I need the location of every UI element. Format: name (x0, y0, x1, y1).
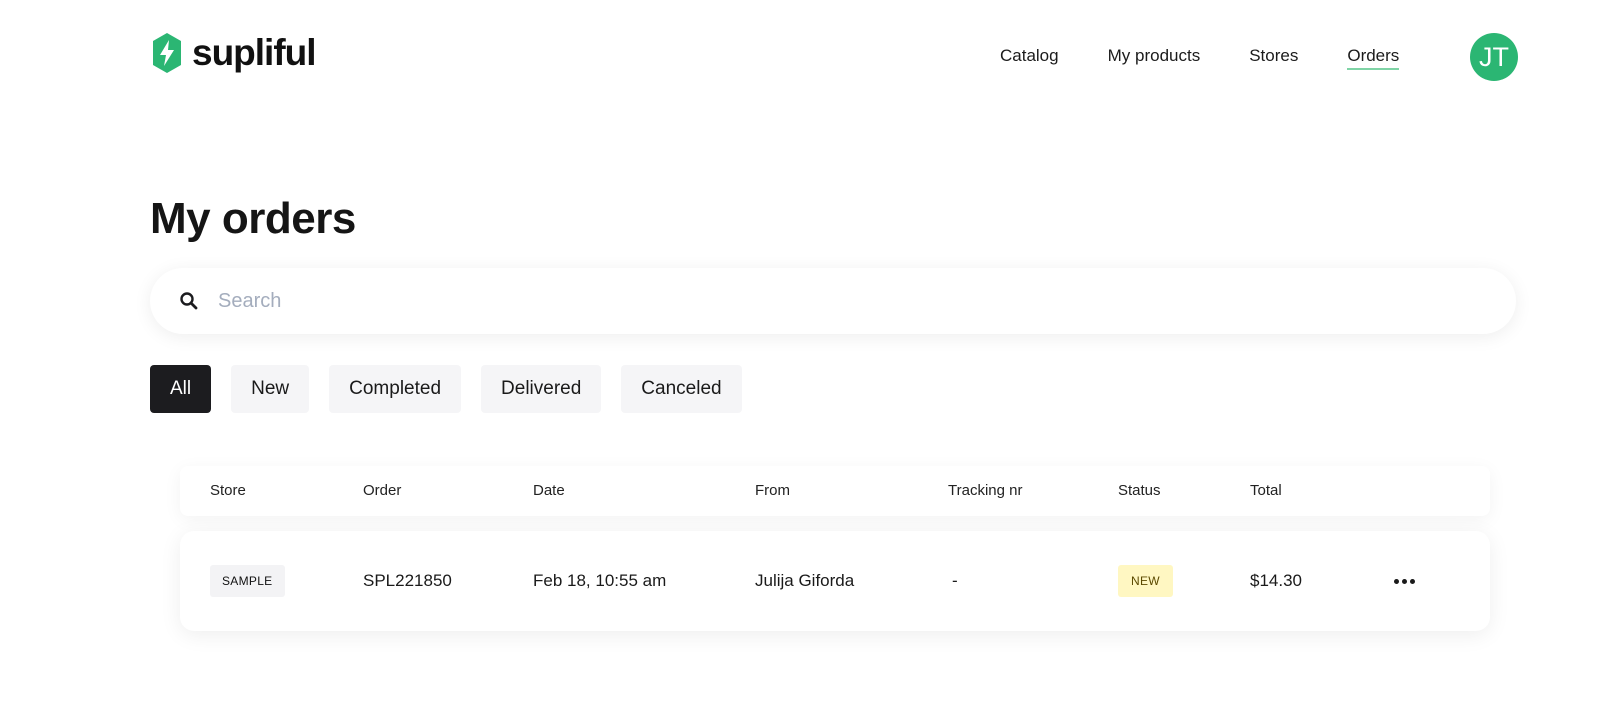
order-number[interactable]: SPL221850 (363, 531, 452, 631)
column-header-from[interactable]: From (755, 466, 790, 516)
column-header-status[interactable]: Status (1118, 466, 1161, 516)
search-icon (180, 292, 198, 310)
search-input[interactable] (218, 284, 1478, 318)
user-avatar[interactable]: JT (1470, 33, 1518, 81)
column-header-order[interactable]: Order (363, 466, 401, 516)
main-nav: Catalog My products Stores Orders (1000, 44, 1448, 70)
filter-canceled[interactable]: Canceled (621, 365, 742, 413)
nav-item-orders[interactable]: Orders (1347, 44, 1400, 70)
status-filter-tabs: All New Completed Delivered Canceled (150, 365, 742, 413)
column-header-tracking[interactable]: Tracking nr (948, 466, 1022, 516)
nav-item-catalog[interactable]: Catalog (1000, 44, 1059, 70)
column-header-total[interactable]: Total (1250, 466, 1282, 516)
column-header-store[interactable]: Store (210, 466, 246, 516)
store-badge: SAMPLE (210, 565, 285, 597)
brand-logo[interactable]: supliful (150, 32, 317, 74)
order-total: $14.30 (1250, 571, 1302, 590)
status-badge: NEW (1118, 565, 1173, 597)
filter-new[interactable]: New (231, 365, 310, 413)
nav-item-stores[interactable]: Stores (1249, 44, 1298, 70)
brand-name: supliful (192, 32, 317, 73)
search-bar (150, 268, 1516, 334)
filter-delivered[interactable]: Delivered (481, 365, 602, 413)
dot (1393, 578, 1399, 584)
more-horizontal-icon[interactable] (1390, 569, 1418, 593)
supliful-logo-icon (153, 33, 181, 73)
nav-item-my-products[interactable]: My products (1108, 44, 1201, 70)
dot (1401, 578, 1407, 584)
orders-page: supliful Catalog My products Stores Orde… (0, 0, 1600, 710)
order-from: Julija Giforda (755, 571, 855, 590)
order-date: Feb 18, 10:55 am (533, 571, 667, 590)
dot (1409, 578, 1415, 584)
filter-completed[interactable]: Completed (329, 365, 462, 413)
page-title: My orders (150, 194, 356, 243)
column-header-date[interactable]: Date (533, 466, 565, 516)
orders-table-header: Store Order Date From Tracking nr Status… (180, 466, 1490, 516)
tracking-number: - (952, 571, 958, 590)
top-header: supliful Catalog My products Stores Orde… (0, 0, 1600, 108)
filter-all[interactable]: All (150, 365, 212, 413)
table-row[interactable]: SAMPLE SPL221850 Feb 18, 10:55 am Julija… (180, 531, 1490, 631)
